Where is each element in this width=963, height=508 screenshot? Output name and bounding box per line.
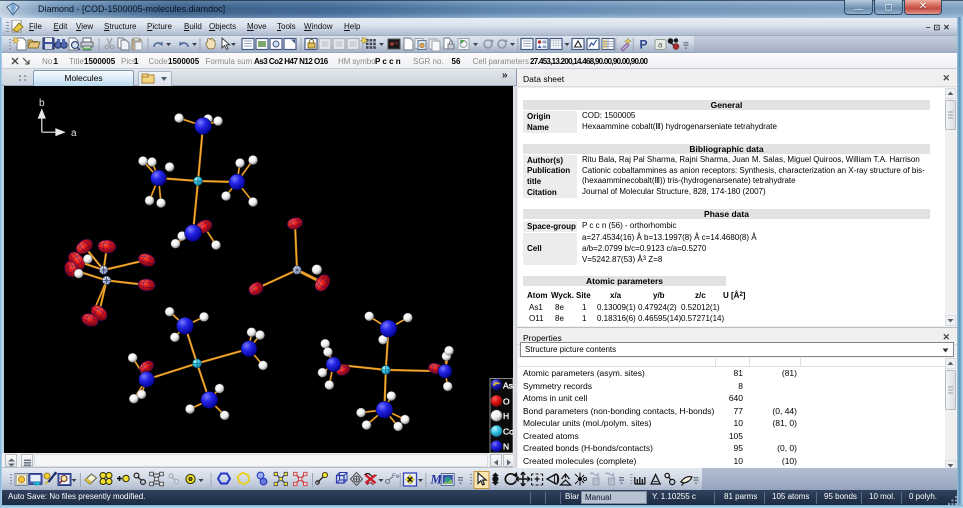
svg-text:a: a (658, 41, 663, 50)
svg-text:Fe: Fe (392, 473, 400, 480)
svg-text:H: H (503, 411, 509, 421)
svg-text:O: O (503, 396, 510, 406)
svg-text:b: b (39, 98, 45, 109)
svg-text:M: M (430, 472, 443, 487)
svg-text:As: As (503, 380, 513, 390)
svg-text:N: N (503, 442, 509, 452)
svg-text:P: P (640, 38, 648, 52)
svg-text:a: a (71, 128, 77, 139)
svg-text:Co: Co (503, 427, 513, 437)
